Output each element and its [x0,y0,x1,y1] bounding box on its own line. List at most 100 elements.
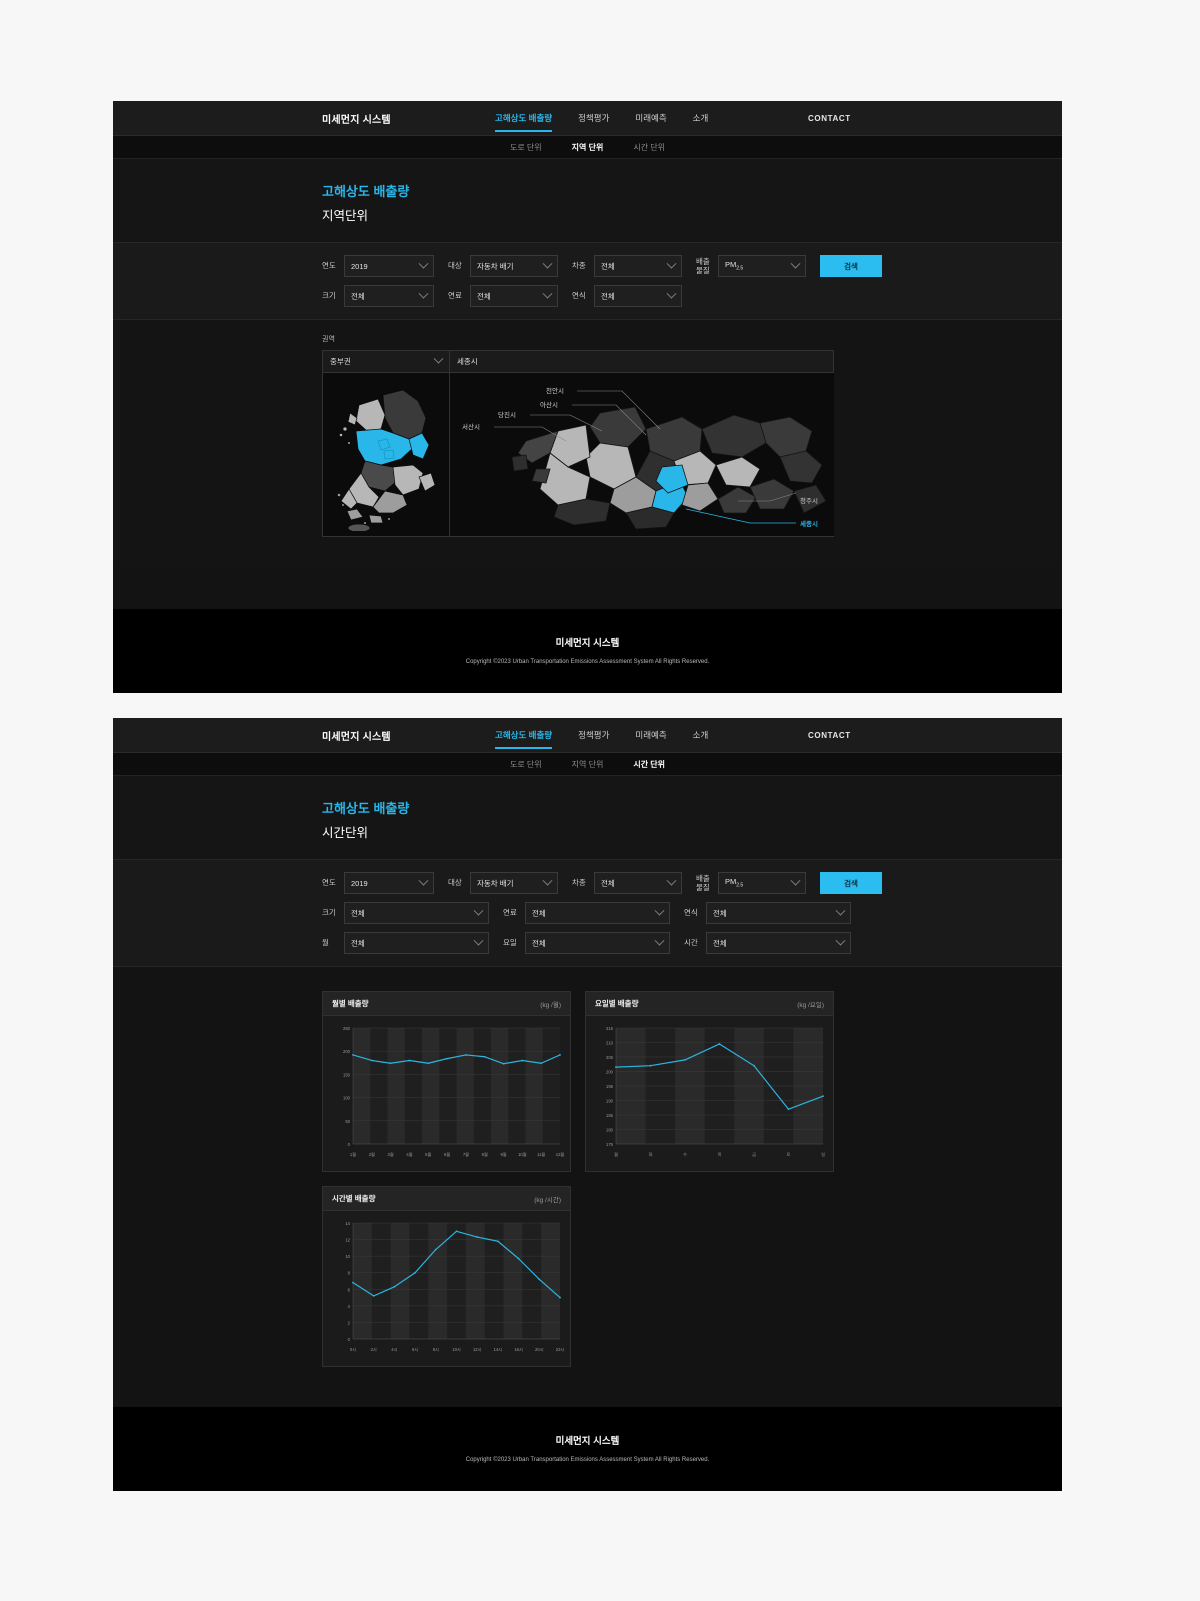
subnav-item-region[interactable]: 지역 단위 [572,142,604,153]
svg-text:8: 8 [348,1271,351,1276]
nav-item-forecast[interactable]: 미래예측 [635,718,666,753]
subnav-item-road[interactable]: 도로 단위 [510,759,542,770]
nav-item-policy[interactable]: 정책평가 [578,101,609,136]
page-bottom-spacer [113,561,1062,609]
select-fuel[interactable]: 전체 [470,285,558,307]
select-size[interactable]: 전체 [344,902,489,924]
svg-text:210: 210 [606,1041,614,1046]
subnav-item-road[interactable]: 도로 단위 [510,142,542,153]
select-month-value: 전체 [351,938,365,948]
svg-text:0: 0 [348,1142,351,1147]
nav-item-policy[interactable]: 정책평가 [578,718,609,753]
chevron-down-icon [790,875,801,886]
select-model-year[interactable]: 전체 [706,902,851,924]
search-button[interactable]: 검색 [820,255,882,277]
chevron-down-icon [433,353,444,364]
select-weekday[interactable]: 전체 [525,932,670,954]
select-target[interactable]: 자동차 배기 [470,255,558,277]
time-unit-page: 미세먼지 시스템 고해상도 배출량 정책평가 미래예측 소개 CONTACT 도… [113,718,1062,1491]
map-label-cheonan: 천안시 [546,386,564,395]
filter-row-2: 크기 전체 연료 전체 연식 전체 [113,285,1062,307]
nav-item-forecast[interactable]: 미래예측 [635,101,666,136]
select-hour[interactable]: 전체 [706,932,851,954]
svg-text:14시: 14시 [494,1347,503,1352]
svg-text:2: 2 [348,1320,351,1325]
chart-unit: (kg /시간) [534,1196,561,1204]
select-pollutant[interactable]: PM2.5 [718,872,806,894]
select-model-year-value: 전체 [713,908,727,918]
footer-copyright: Copyright ©2023 Urban Transportation Emi… [465,659,710,665]
svg-text:3월: 3월 [388,1151,394,1158]
svg-text:0시: 0시 [350,1347,356,1352]
region-select[interactable]: 중부권 [323,351,449,373]
nav-item-about[interactable]: 소개 [693,101,709,136]
select-vehicle-type-value: 전체 [601,878,615,888]
svg-text:185: 185 [606,1113,614,1118]
nav-item-emissions[interactable]: 고해상도 배출량 [495,718,553,753]
subnav-item-time[interactable]: 시간 단위 [633,759,665,770]
label-fuel: 연료 [448,291,462,301]
select-size[interactable]: 전체 [344,285,434,307]
charts-area: 월별 배출량 (kg /월) 0 50 100 150 200 250 1월 2월 3월 4월 5월… [113,967,1062,1407]
select-pollutant[interactable]: PM2.5 [718,255,806,277]
chevron-down-icon [654,935,665,946]
select-target-value: 자동차 배기 [477,261,514,271]
label-month: 월 [322,938,329,948]
overview-map-body[interactable] [323,373,449,536]
label-hour: 시간 [684,938,698,948]
brand-logo[interactable]: 미세먼지 시스템 [322,111,391,126]
select-target[interactable]: 자동차 배기 [470,872,558,894]
select-year[interactable]: 2019 [344,255,434,277]
nav-item-contact[interactable]: CONTACT [808,731,851,740]
chart-body[interactable]: 0 50 100 150 200 250 1월 2월 3월 4월 5월 6월 7월 8월 9월 10월 11월 1… [323,1016,570,1171]
city-title: 세종시 [450,351,834,373]
chevron-down-icon [418,875,429,886]
chevron-down-icon [473,935,484,946]
footer-copyright: Copyright ©2023 Urban Transportation Emi… [465,1457,710,1463]
select-vehicle-type[interactable]: 전체 [594,872,682,894]
nav-item-contact[interactable]: CONTACT [808,114,851,123]
page-kicker: 고해상도 배출량 [322,184,410,199]
nav-item-emissions[interactable]: 고해상도 배출량 [495,101,553,136]
brand-logo[interactable]: 미세먼지 시스템 [322,728,391,743]
subnav-item-region[interactable]: 지역 단위 [572,759,604,770]
select-vehicle-type[interactable]: 전체 [594,255,682,277]
svg-text:2시: 2시 [371,1347,377,1352]
detail-map-body[interactable]: 천안시 아산시 당진시 서산시 청주시 세종시 [450,373,834,536]
page-title: 시간단위 [322,826,369,840]
pollutant-subscript: 2.5 [736,265,744,272]
select-model-year[interactable]: 전체 [594,285,682,307]
svg-text:12: 12 [345,1238,350,1243]
monthly-line-chart: 0 50 100 150 200 250 1월 2월 3월 4월 5월 6월 7월 8월 9월 10월 11월 1… [343,1026,564,1158]
select-target-value: 자동차 배기 [477,878,514,888]
chart-card-hourly: 시간별 배출량 (kg /시간) 0 2 4 6 8 10 12 14 0시 2시 4시 6시 8시 10… [322,1186,571,1367]
map-label-seosan: 서산시 [462,422,480,431]
search-button[interactable]: 검색 [820,872,882,894]
label-pollutant: 배출 물질 [696,873,710,892]
label-fuel: 연료 [503,908,517,918]
chart-body[interactable]: 175 180 185 190 195 200 205 210 215 월 화 수 목 금 토 일 [586,1016,833,1171]
select-year[interactable]: 2019 [344,872,434,894]
svg-text:화: 화 [649,1152,653,1158]
page-title: 지역단위 [322,209,369,223]
select-fuel-value: 전체 [532,908,546,918]
chart-body[interactable]: 0 2 4 6 8 10 12 14 0시 2시 4시 6시 8시 10시 12시 14시 16시 20시 22시 [323,1211,570,1366]
chevron-down-icon [542,258,553,269]
select-month[interactable]: 전체 [344,932,489,954]
filter-row-3: 월 전체 요일 전체 시간 전체 [113,932,1062,954]
svg-text:10: 10 [345,1254,350,1259]
svg-text:수: 수 [683,1152,687,1158]
chart-title: 월별 배출량 [332,999,369,1008]
korea-map-svg [323,373,449,533]
svg-text:250: 250 [343,1026,351,1031]
nav-item-about[interactable]: 소개 [693,718,709,753]
svg-text:50: 50 [345,1119,350,1124]
svg-text:150: 150 [343,1072,351,1077]
svg-text:200: 200 [606,1070,614,1075]
chart-card-monthly: 월별 배출량 (kg /월) 0 50 100 150 200 250 1월 2월 3월 4월 5월… [322,991,571,1172]
svg-text:200: 200 [343,1049,351,1054]
subnav-item-time[interactable]: 시간 단위 [633,142,665,153]
filter-panel: 연도 2019 대상 자동차 배기 차종 전체 배출 물질 PM2.5 검색 크… [113,859,1062,967]
svg-text:9월: 9월 [500,1151,506,1158]
select-fuel[interactable]: 전체 [525,902,670,924]
